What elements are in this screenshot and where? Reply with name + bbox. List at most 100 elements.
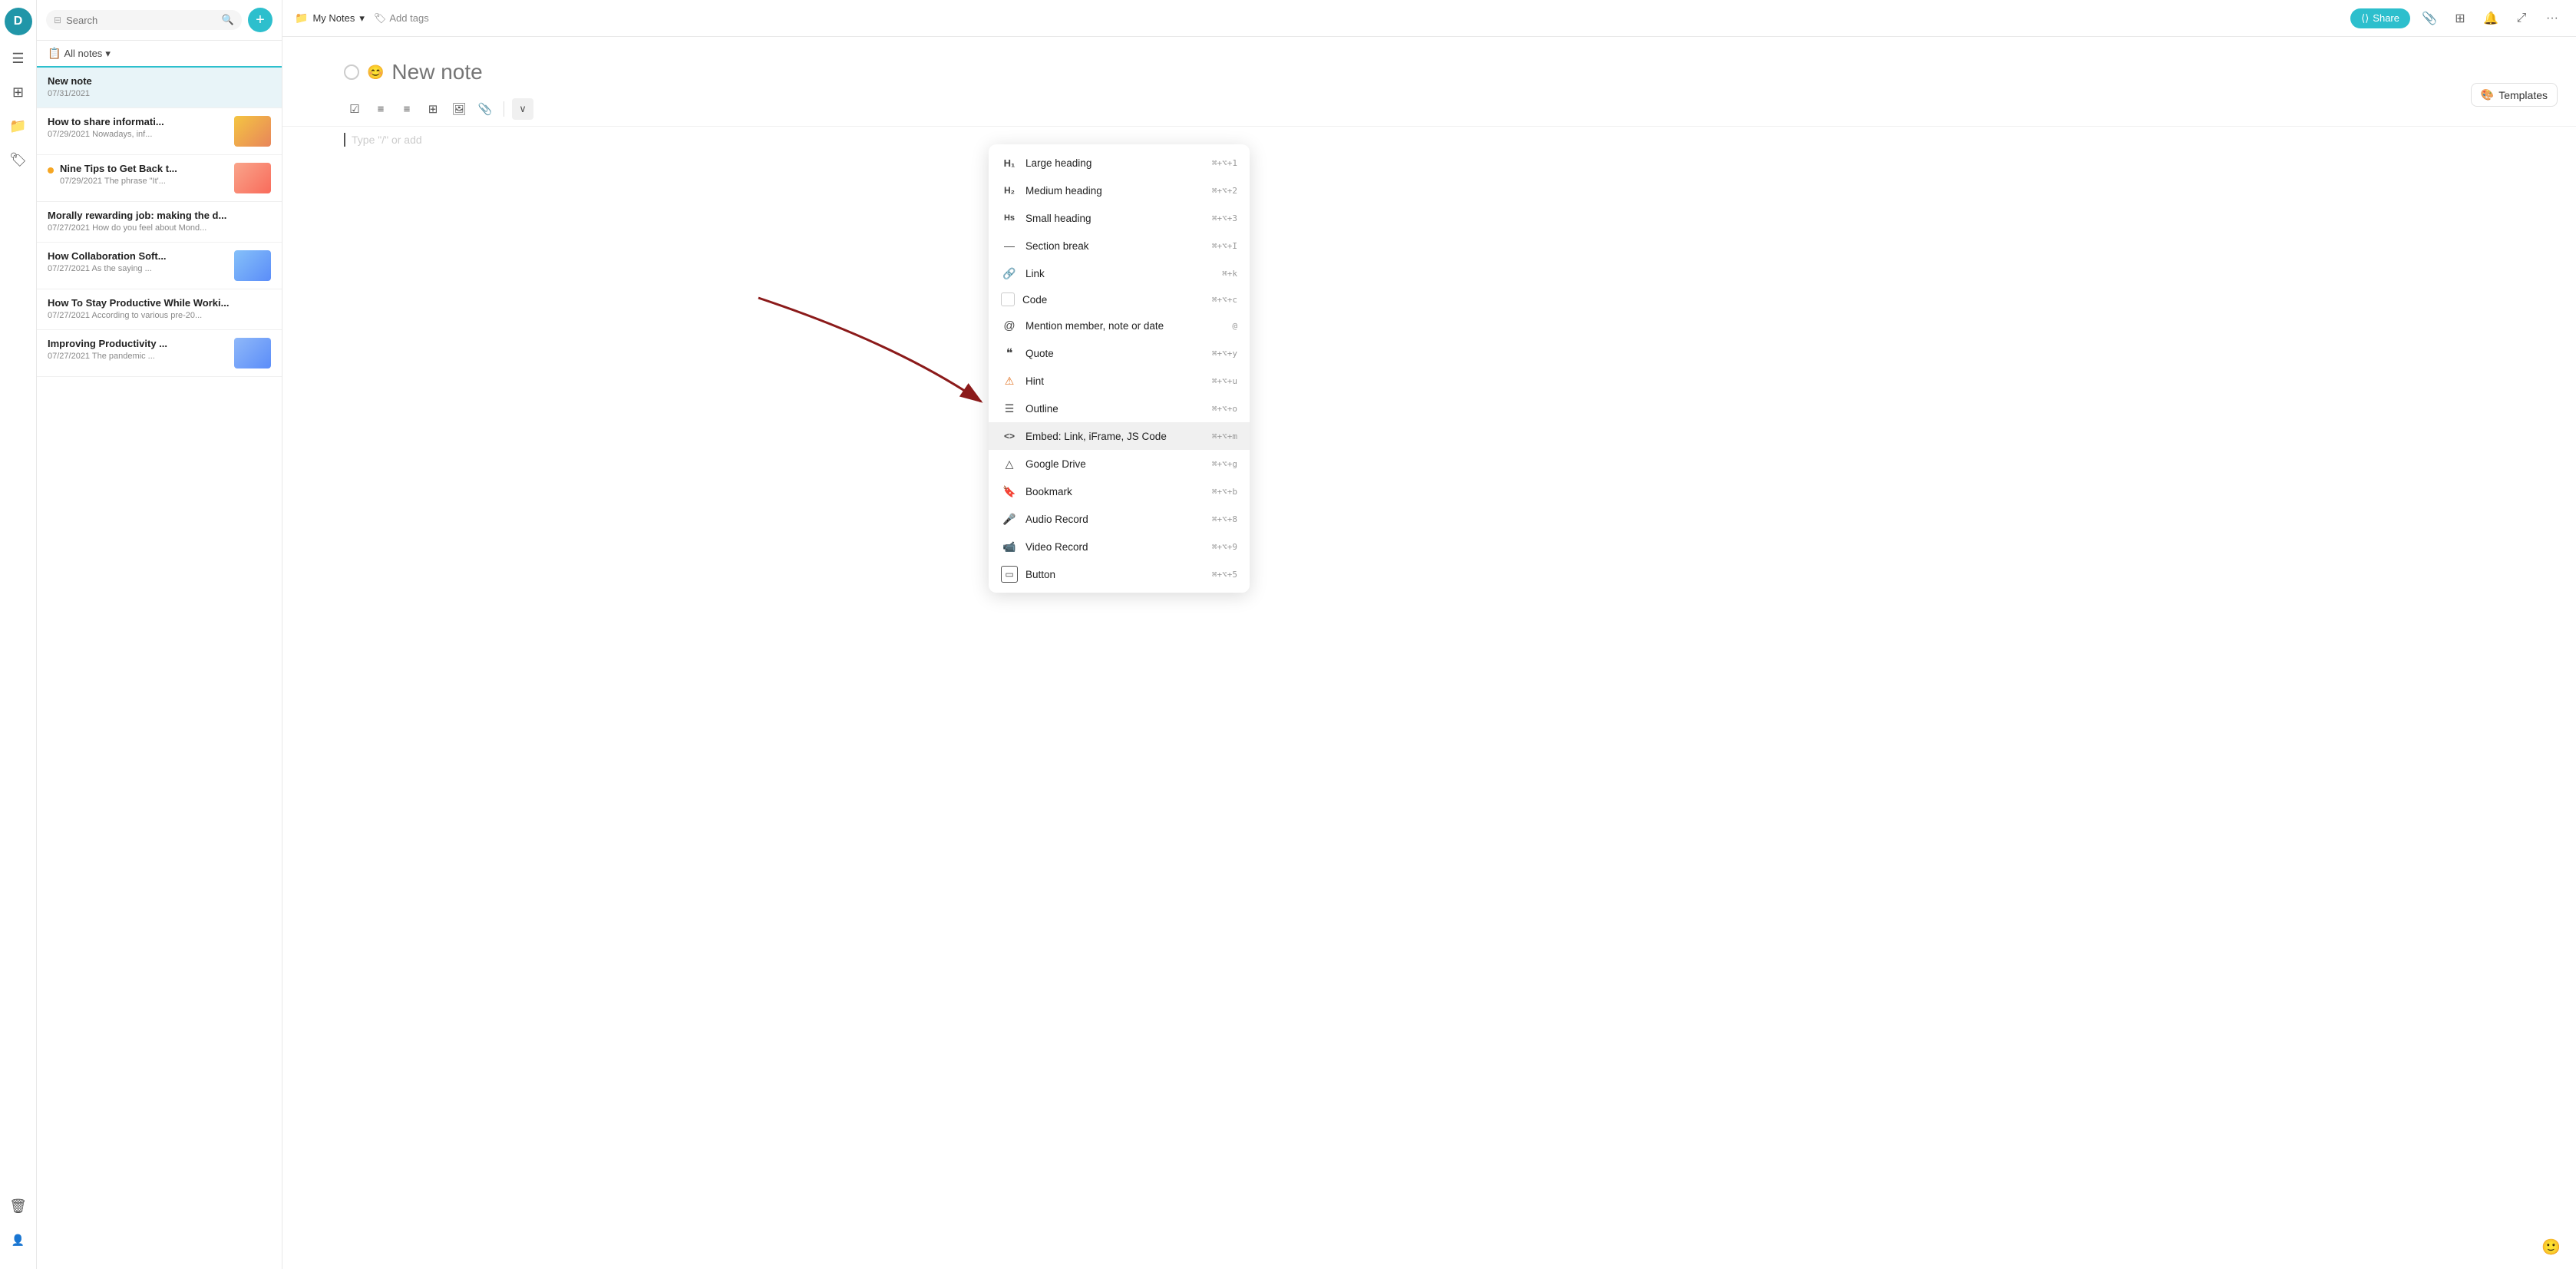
note-item[interactable]: Nine Tips to Get Back t... 07/29/2021 Th… <box>37 155 282 202</box>
templates-icon: 🎨 <box>2481 88 2494 101</box>
menu-item-section-break[interactable]: — Section break ⌘+⌥+I <box>989 232 1250 259</box>
note-item[interactable]: How To Stay Productive While Worki... 07… <box>37 289 282 330</box>
trash-icon-button[interactable]: 🗑 <box>5 1192 32 1220</box>
note-title: Morally rewarding job: making the d... <box>48 210 271 221</box>
more-icon-button[interactable]: ··· <box>2541 7 2564 30</box>
menu-item-label: Embed: Link, iFrame, JS Code <box>1025 431 1204 442</box>
search-box[interactable]: ⊟ 🔍 <box>46 10 242 30</box>
quote-icon: ❝ <box>1001 345 1018 362</box>
note-item[interactable]: New note 07/31/2021 <box>37 68 282 108</box>
note-title: Improving Productivity ... <box>48 338 228 349</box>
add-note-button[interactable]: + <box>248 8 272 32</box>
all-notes-filter[interactable]: 📋 All notes ▾ <box>37 41 282 68</box>
editor-content-placeholder[interactable]: Type "/" or add <box>282 127 2576 153</box>
placeholder-text: Type "/" or add <box>352 134 422 146</box>
attachment-button[interactable]: 📎 <box>474 98 496 120</box>
note-thumbnail <box>234 338 271 368</box>
note-thumbnail <box>234 163 271 193</box>
grid-icon-button[interactable]: ⊞ <box>2449 7 2472 30</box>
status-circle[interactable] <box>344 64 359 80</box>
table-button[interactable]: ⊞ <box>422 98 444 120</box>
menu-item-audio-record[interactable]: 🎤 Audio Record ⌘+⌥+8 <box>989 505 1250 533</box>
menu-item-large-heading[interactable]: H₁ Large heading ⌘+⌥+1 <box>989 149 1250 177</box>
menu-item-video-record[interactable]: 📹 Video Record ⌘+⌥+9 <box>989 533 1250 560</box>
note-date: 07/27/2021 How do you feel about Mond... <box>48 223 271 233</box>
google-drive-icon: △ <box>1001 455 1018 472</box>
ordered-list-button[interactable]: ≡ <box>370 98 391 120</box>
note-item[interactable]: How to share informati... 07/29/2021 Now… <box>37 108 282 155</box>
note-preview-text: The phrase "It'... <box>104 177 166 186</box>
editor-area: 🎨 Templates 😊 ☑ ≡ ≡ ⊞ 🖼 📎 ∨ Type "/" or … <box>282 37 2576 1269</box>
templates-button[interactable]: 🎨 Templates <box>2471 83 2558 107</box>
menu-item-label: Bookmark <box>1025 486 1204 497</box>
share-button[interactable]: ⟨⟩ Share <box>2350 8 2410 28</box>
note-preview-content: Morally rewarding job: making the d... 0… <box>48 210 271 234</box>
folder-name[interactable]: My Notes <box>312 12 355 24</box>
notes-panel: ⊟ 🔍 + 📋 All notes ▾ New note 07/31/2021 … <box>37 0 282 1269</box>
note-title: How To Stay Productive While Worki... <box>48 297 271 309</box>
note-preview-content: New note 07/31/2021 <box>48 75 271 100</box>
emoji-button[interactable]: 😊 <box>367 64 384 81</box>
filter-icon: ⊟ <box>54 15 61 25</box>
folder-icon-button[interactable]: 📁 <box>5 112 32 140</box>
menu-icon-button[interactable]: ☰ <box>5 45 32 72</box>
add-tag-label: Add tags <box>389 12 428 24</box>
notes-list: New note 07/31/2021 How to share informa… <box>37 68 282 1269</box>
menu-item-label: Quote <box>1025 348 1204 359</box>
user-icon-button[interactable]: 👤 <box>5 1226 32 1254</box>
note-item[interactable]: How Collaboration Soft... 07/27/2021 As … <box>37 243 282 289</box>
note-date: 07/29/2021 Nowadays, inf... <box>48 130 228 139</box>
menu-item-quote[interactable]: ❝ Quote ⌘+⌥+y <box>989 339 1250 367</box>
menu-shortcut: ⌘+⌥+3 <box>1212 213 1237 223</box>
unordered-list-button[interactable]: ≡ <box>396 98 418 120</box>
menu-item-code[interactable]: Code ⌘+⌥+c <box>989 287 1250 312</box>
menu-shortcut: @ <box>1232 321 1237 331</box>
menu-item-small-heading[interactable]: Hs Small heading ⌘+⌥+3 <box>989 204 1250 232</box>
note-preview-text: The pandemic ... <box>92 352 155 361</box>
note-date: 07/27/2021 According to various pre-20..… <box>48 311 271 320</box>
menu-item-bookmark[interactable]: 🔖 Bookmark ⌘+⌥+b <box>989 478 1250 505</box>
search-input[interactable] <box>66 15 217 26</box>
add-tag-button[interactable]: 🏷 Add tags <box>374 12 429 25</box>
menu-item-google-drive[interactable]: △ Google Drive ⌘+⌥+g <box>989 450 1250 478</box>
share-label: Share <box>2373 12 2399 24</box>
menu-item-label: Audio Record <box>1025 514 1204 525</box>
medium-heading-icon: H₂ <box>1001 182 1018 199</box>
note-item[interactable]: Improving Productivity ... 07/27/2021 Th… <box>37 330 282 377</box>
menu-item-label: Hint <box>1025 375 1204 387</box>
menu-item-mention[interactable]: @ Mention member, note or date @ <box>989 312 1250 339</box>
bell-icon-button[interactable]: 🔔 <box>2479 7 2502 30</box>
expand-icon-button[interactable]: ⤢ <box>2510 7 2533 30</box>
menu-item-label: Button <box>1025 569 1204 580</box>
checkbox-toolbar-button[interactable]: ☑ <box>344 98 365 120</box>
menu-item-label: Code <box>1022 294 1204 306</box>
menu-shortcut: ⌘+⌥+u <box>1212 376 1237 386</box>
avatar-button[interactable]: D <box>5 8 32 35</box>
bookmark-icon: 🔖 <box>1001 483 1018 500</box>
tag-icon-button[interactable]: 🏷 <box>5 146 32 173</box>
more-options-dropdown[interactable]: ∨ <box>512 98 533 120</box>
menu-shortcut: ⌘+⌥+m <box>1212 431 1237 441</box>
menu-item-outline[interactable]: ☰ Outline ⌘+⌥+o <box>989 395 1250 422</box>
hint-icon: ⚠ <box>1001 372 1018 389</box>
image-button[interactable]: 🖼 <box>448 98 470 120</box>
menu-item-hint[interactable]: ⚠ Hint ⌘+⌥+u <box>989 367 1250 395</box>
note-item[interactable]: Morally rewarding job: making the d... 0… <box>37 202 282 243</box>
menu-item-embed[interactable]: <> Embed: Link, iFrame, JS Code ⌘+⌥+m <box>989 422 1250 450</box>
note-thumbnail <box>234 250 271 281</box>
editor-title-row: 😊 <box>282 37 2576 92</box>
note-title-input[interactable] <box>391 60 2515 84</box>
sidebar: D ☰ ⊞ 📁 🏷 🗑 👤 <box>0 0 37 1269</box>
menu-shortcut: ⌘+⌥+1 <box>1212 158 1237 168</box>
menu-item-label: Large heading <box>1025 157 1204 169</box>
menu-item-link[interactable]: 🔗 Link ⌘+k <box>989 259 1250 287</box>
video-record-icon: 📹 <box>1001 538 1018 555</box>
attachment-icon-button[interactable]: 📎 <box>2418 7 2441 30</box>
menu-item-medium-heading[interactable]: H₂ Medium heading ⌘+⌥+2 <box>989 177 1250 204</box>
home-icon-button[interactable]: ⊞ <box>5 78 32 106</box>
menu-shortcut: ⌘+⌥+5 <box>1212 570 1237 580</box>
menu-item-label: Mention member, note or date <box>1025 320 1224 332</box>
menu-item-label: Video Record <box>1025 541 1204 553</box>
notes-search-header: ⊟ 🔍 + <box>37 0 282 41</box>
menu-item-button[interactable]: ▭ Button ⌘+⌥+5 <box>989 560 1250 588</box>
